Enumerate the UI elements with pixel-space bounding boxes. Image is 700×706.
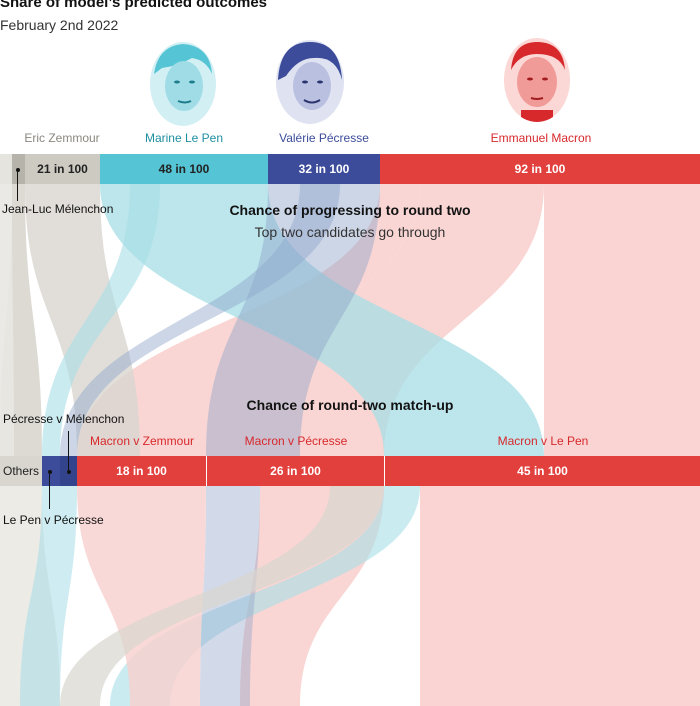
pecresse-portrait-icon	[274, 36, 346, 124]
bar-melenchon	[0, 154, 12, 184]
bar-others: Others	[0, 456, 42, 486]
bar-macron-v-pecresse: 26 in 100	[206, 456, 384, 486]
lepen-v-pecresse-leader	[49, 473, 50, 509]
matchup-label-zemmour: Macron v Zemmour	[89, 434, 195, 448]
flow-layer-lower	[0, 486, 700, 706]
matchup-label-pecresse: Macron v Pécresse	[244, 434, 348, 448]
flow-ribbons	[0, 184, 700, 706]
chart-subtitle: February 2nd 2022	[0, 17, 119, 33]
bar-lepen: 48 in 100	[100, 154, 268, 184]
matchup-title: Chance of round-two match-up	[246, 397, 454, 413]
candidate-label-macron: Emmanuel Macron	[490, 131, 592, 145]
chart-title: Share of model’s predicted outcomes	[0, 0, 268, 11]
melenchon-leader	[17, 171, 18, 201]
round-two-title: Chance of progressing to round two	[229, 202, 471, 218]
macron-portrait-icon	[503, 36, 571, 122]
lepen-v-pecresse-label: Le Pen v Pécresse	[3, 513, 104, 527]
bar-pecresse: 32 in 100	[268, 154, 380, 184]
pecresse-v-melenchon-marker	[67, 470, 71, 474]
bar-macron-v-lepen: 45 in 100	[384, 456, 700, 486]
bar-macron: 92 in 100	[380, 154, 700, 184]
matchup-label-lepen: Macron v Le Pen	[497, 434, 589, 448]
candidate-label-pecresse: Valérie Pécresse	[279, 131, 369, 145]
bar-zemmour: 21 in 100	[25, 154, 100, 184]
round-two-subtitle: Top two candidates go through	[254, 224, 446, 240]
candidate-label-zemmour: Eric Zemmour	[24, 131, 100, 145]
pecresse-v-melenchon-leader	[68, 431, 69, 470]
pecresse-v-melenchon-label: Pécresse v Mélenchon	[3, 412, 125, 426]
bar-macron-v-zemmour: 18 in 100	[77, 456, 206, 486]
candidate-label-lepen: Marine Le Pen	[144, 131, 224, 145]
flow-lower-macron	[420, 486, 700, 706]
lepen-portrait-icon	[148, 38, 218, 126]
